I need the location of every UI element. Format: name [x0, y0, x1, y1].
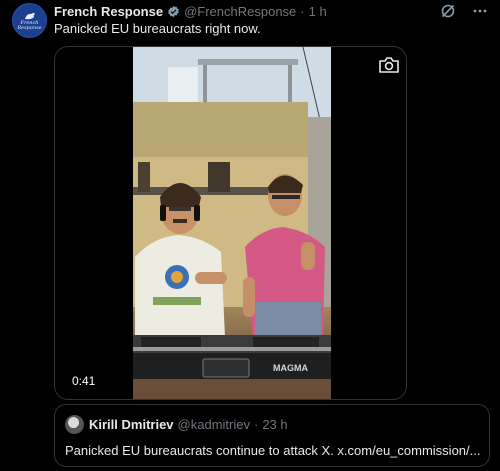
post-timestamp[interactable]: 1 h [309, 4, 327, 19]
video-player[interactable]: MAGMA 0:41 [54, 46, 407, 400]
author-name[interactable]: French Response [54, 4, 163, 19]
quote-separator-dot: · [253, 417, 259, 432]
author-handle[interactable]: @FrenchResponse [184, 4, 296, 19]
quote-author-avatar[interactable] [65, 415, 84, 434]
quote-text: Panicked EU bureaucrats continue to atta… [65, 443, 481, 458]
avatar-logo-text: French Response [17, 19, 42, 31]
magma-label: MAGMA [273, 363, 308, 373]
verified-badge-icon [168, 5, 179, 17]
quote-author-handle[interactable]: @kadmitriev [178, 417, 250, 432]
quoted-post[interactable]: Kirill Dmitriev @kadmitriev · 23 h Panic… [54, 404, 490, 467]
grok-icon[interactable] [440, 3, 456, 19]
video-frame[interactable]: MAGMA [133, 47, 331, 399]
post-text: Panicked EU bureaucrats right now. [54, 21, 261, 36]
separator-dot: · [300, 3, 305, 19]
video-scene: MAGMA [133, 47, 331, 399]
quote-timestamp[interactable]: 23 h [262, 417, 287, 432]
post[interactable]: French Response French Response @FrenchRe… [0, 0, 500, 471]
author-avatar[interactable]: French Response [12, 3, 47, 38]
quote-header: Kirill Dmitriev @kadmitriev · 23 h [89, 417, 288, 432]
camera-icon[interactable] [378, 56, 400, 74]
quote-author-name[interactable]: Kirill Dmitriev [89, 417, 174, 432]
post-header: French Response @FrenchResponse · 1 h [54, 3, 327, 19]
video-duration: 0:41 [72, 374, 96, 388]
more-icon[interactable] [472, 3, 488, 19]
post-actions-top [440, 3, 488, 19]
